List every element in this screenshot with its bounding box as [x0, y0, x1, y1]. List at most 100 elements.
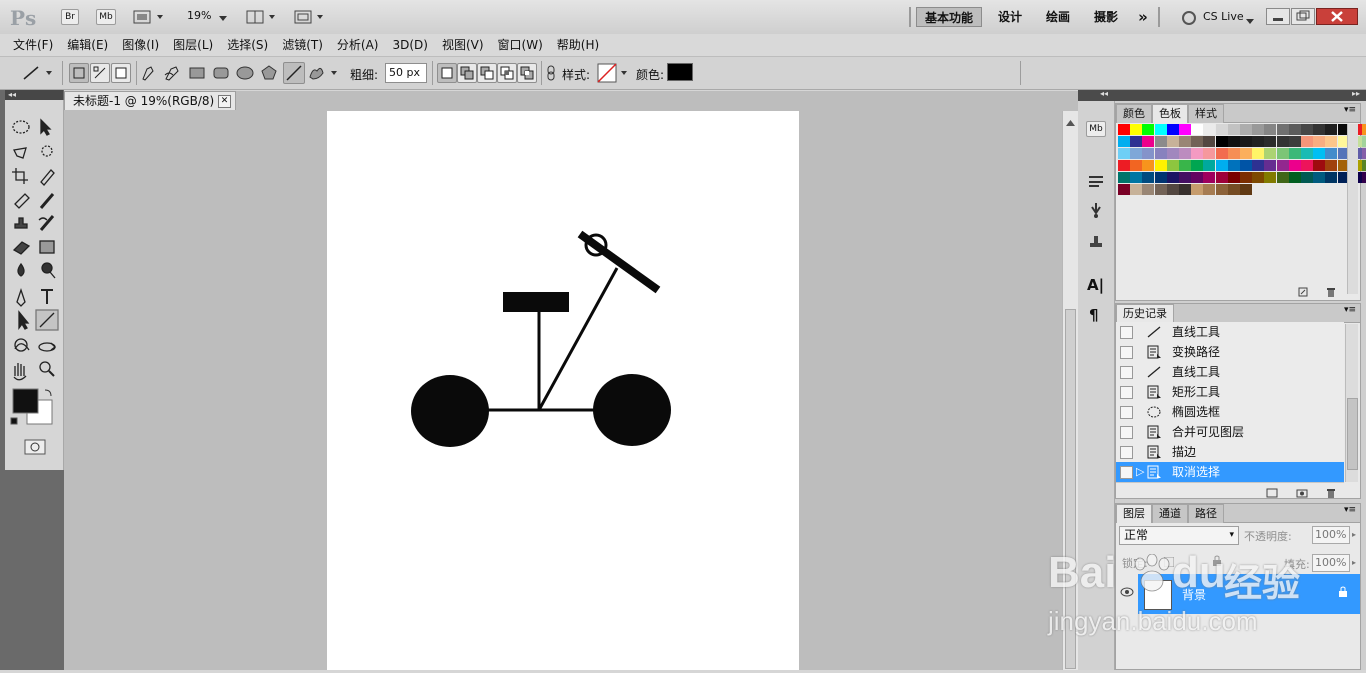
paths-mode[interactable] — [90, 63, 110, 83]
swatch[interactable] — [1301, 172, 1313, 183]
swatch[interactable] — [1240, 136, 1252, 147]
style-picker[interactable] — [597, 63, 631, 86]
history-brush-source-checkbox[interactable] — [1120, 326, 1133, 339]
swatch[interactable] — [1130, 148, 1143, 159]
intersect-shape-areas[interactable] — [497, 63, 517, 83]
paragraph-panel-icon[interactable]: ¶ — [1089, 306, 1099, 324]
swatch[interactable] — [1227, 160, 1240, 171]
tab-styles[interactable]: 样式 — [1188, 104, 1224, 123]
healing-brush-tool[interactable] — [9, 191, 31, 211]
swatch[interactable] — [1179, 136, 1191, 147]
swatch[interactable] — [1203, 124, 1216, 135]
swatch[interactable] — [1264, 136, 1277, 147]
swatch[interactable] — [1264, 148, 1277, 159]
swatch[interactable] — [1118, 184, 1130, 195]
exclude-overlapping-shape-areas[interactable] — [517, 63, 537, 83]
swatch[interactable] — [1215, 136, 1228, 147]
swatch[interactable] — [1191, 184, 1204, 195]
custom-shape-option[interactable] — [307, 63, 339, 86]
history-state[interactable]: 直线工具 — [1116, 362, 1344, 383]
move-tool[interactable] — [35, 117, 57, 137]
swatch[interactable] — [1179, 124, 1191, 135]
view-extras-button[interactable] — [133, 9, 169, 25]
swatch[interactable] — [1203, 160, 1216, 171]
menu-help[interactable]: 帮助(H) — [550, 34, 606, 56]
swatch[interactable] — [1264, 172, 1277, 183]
delete-state-icon[interactable] — [1326, 487, 1336, 501]
tab-color[interactable]: 颜色 — [1116, 104, 1152, 123]
restore-button[interactable] — [1291, 8, 1315, 25]
swatch[interactable] — [1142, 172, 1155, 183]
path-selection-tool[interactable] — [9, 311, 31, 331]
history-scroll-thumb[interactable] — [1347, 398, 1358, 470]
brush-panel-icon[interactable] — [1087, 201, 1105, 222]
scroll-up-icon[interactable] — [1066, 115, 1075, 129]
create-new-shape-layer[interactable] — [437, 63, 457, 83]
opacity-arrow-icon[interactable]: ▸ — [1352, 530, 1356, 539]
cs-live-button[interactable]: CS Live — [1203, 10, 1244, 23]
collapse-icon[interactable]: ◂◂ — [8, 90, 16, 99]
swatch[interactable] — [1142, 148, 1155, 159]
swatch[interactable] — [1276, 172, 1289, 183]
menu-3d[interactable]: 3D(D) — [385, 34, 434, 56]
panel-menu-icon[interactable]: ▾≡ — [1344, 505, 1356, 515]
opacity-input[interactable]: 100% — [1312, 526, 1350, 544]
swatch[interactable] — [1166, 136, 1179, 147]
swatch[interactable] — [1325, 136, 1338, 147]
history-brush-source-checkbox[interactable] — [1120, 466, 1133, 479]
swatch[interactable] — [1130, 184, 1143, 195]
swatch[interactable] — [1203, 184, 1216, 195]
color-swatch[interactable] — [667, 63, 693, 81]
swatch[interactable] — [1215, 124, 1228, 135]
swatch[interactable] — [1203, 136, 1216, 147]
swatch[interactable] — [1240, 124, 1252, 135]
scroll-thumb[interactable] — [1065, 309, 1076, 669]
swatch[interactable] — [1325, 172, 1338, 183]
swatch[interactable] — [1252, 124, 1265, 135]
swatch[interactable] — [1154, 136, 1167, 147]
swatch[interactable] — [1288, 160, 1301, 171]
add-to-shape-area[interactable] — [457, 63, 477, 83]
pen-tool-option[interactable] — [139, 63, 159, 86]
swatch[interactable] — [1130, 124, 1143, 135]
swatch-grid[interactable] — [1118, 124, 1366, 210]
swatch[interactable] — [1362, 172, 1366, 183]
fill-pixels-mode[interactable] — [111, 63, 131, 83]
menu-layer[interactable]: 图层(L) — [166, 34, 220, 56]
dodge-tool[interactable] — [35, 263, 57, 283]
screen-mode-button[interactable] — [294, 9, 328, 25]
cs-live-dropdown-icon[interactable] — [1246, 14, 1254, 28]
ellipse-option[interactable] — [235, 63, 255, 86]
swatch[interactable] — [1154, 160, 1167, 171]
history-brush-tool[interactable] — [35, 215, 57, 235]
clone-source-icon[interactable] — [1087, 231, 1105, 252]
fill-arrow-icon[interactable]: ▸ — [1352, 558, 1356, 567]
swatch[interactable] — [1240, 172, 1252, 183]
document-scrollbar[interactable] — [1062, 111, 1079, 670]
swatch[interactable] — [1130, 136, 1143, 147]
swatch[interactable] — [1301, 148, 1313, 159]
swatch[interactable] — [1362, 124, 1366, 135]
swatch[interactable] — [1215, 160, 1228, 171]
swatch[interactable] — [1362, 136, 1366, 147]
history-brush-source-checkbox[interactable] — [1120, 406, 1133, 419]
link-icon[interactable] — [545, 65, 557, 84]
swatch[interactable] — [1118, 148, 1130, 159]
marquee-tool[interactable] — [9, 117, 31, 137]
swatch[interactable] — [1325, 160, 1338, 171]
swatch[interactable] — [1288, 148, 1301, 159]
eraser-tool[interactable] — [9, 239, 31, 259]
hand-tool[interactable] — [9, 361, 31, 381]
swatch[interactable] — [1362, 148, 1366, 159]
swatch[interactable] — [1276, 124, 1289, 135]
tab-swatches[interactable]: 色板 — [1152, 104, 1188, 123]
history-state[interactable]: ▷ 取消选择 — [1116, 462, 1344, 483]
menu-image[interactable]: 图像(I) — [115, 34, 166, 56]
3d-rotate-tool[interactable] — [9, 336, 31, 356]
shape-layers-mode[interactable] — [69, 63, 89, 83]
quick-mask-icon[interactable] — [25, 440, 45, 454]
swatch[interactable] — [1313, 172, 1326, 183]
close-button[interactable] — [1316, 8, 1358, 25]
default-colors-icon[interactable] — [10, 417, 19, 426]
swatch[interactable] — [1130, 172, 1143, 183]
